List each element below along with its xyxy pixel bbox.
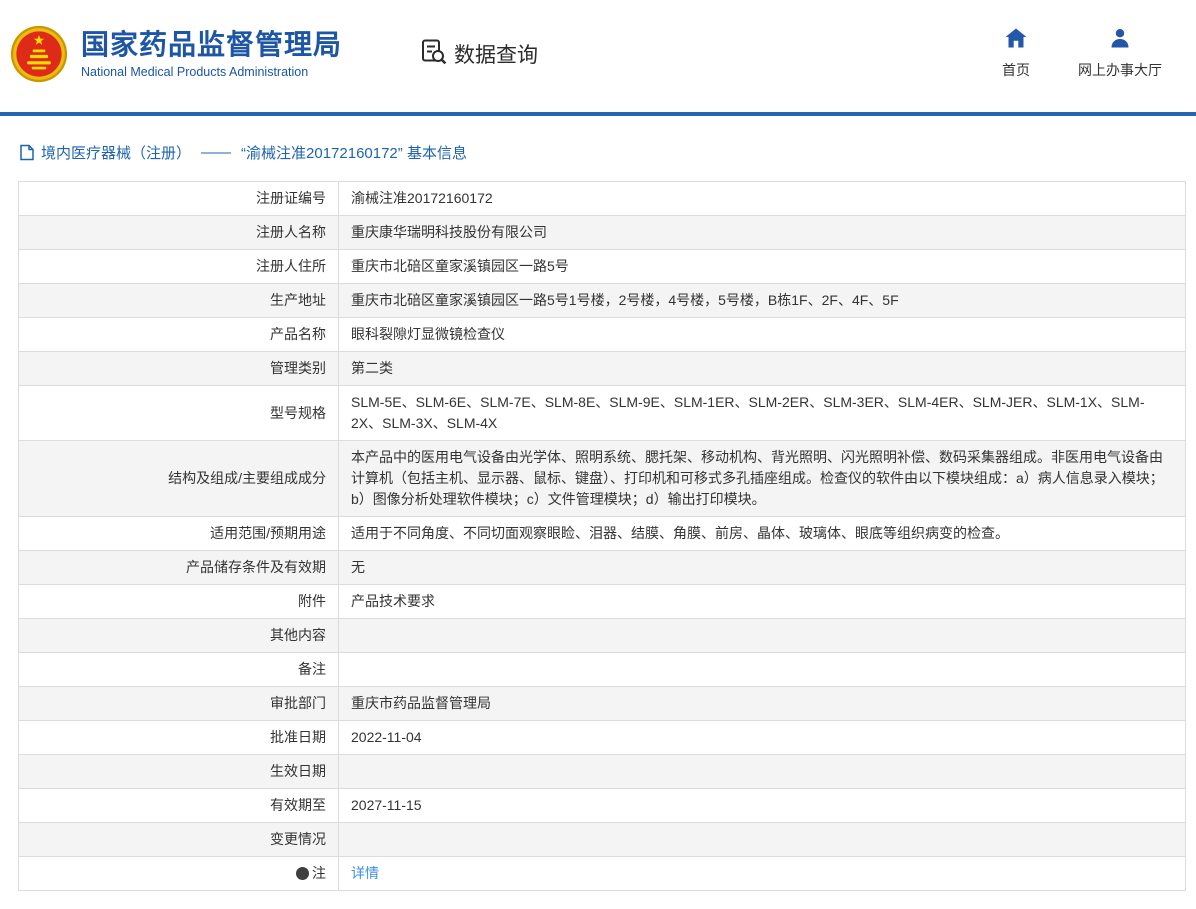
row-label: 注册人名称 <box>18 215 339 250</box>
row-value <box>338 822 1186 857</box>
row-label: 备注 <box>18 652 339 687</box>
org-name-en: National Medical Products Administration <box>81 65 309 79</box>
site-header: 国家药品监督管理局 National Medical Products Admi… <box>0 0 1196 112</box>
row-value: 重庆市药品监督管理局 <box>338 686 1186 721</box>
table-row: 管理类别 第二类 <box>18 351 1186 386</box>
table-row: 注册人名称 重庆康华瑞明科技股份有限公司 <box>18 215 1186 250</box>
nav-home-label: 首页 <box>1002 62 1030 78</box>
info-table: 注册证编号 渝械注准20172160172 注册人名称 重庆康华瑞明科技股份有限公司注… <box>18 181 1186 891</box>
header-left: 国家药品监督管理局 National Medical Products Admi… <box>10 25 538 83</box>
row-label: 注册证编号 <box>18 181 339 216</box>
row-label: 生产地址 <box>18 283 339 318</box>
table-row: 产品储存条件及有效期无 <box>18 550 1186 585</box>
breadcrumb-category: 境内医疗器械（注册） <box>41 145 192 162</box>
table-row: 生效日期 <box>18 754 1186 789</box>
row-label: 产品名称 <box>18 317 339 352</box>
row-value: 产品技术要求 <box>338 584 1186 619</box>
person-icon <box>1110 28 1130 60</box>
table-row: 审批部门 重庆市药品监督管理局 <box>18 686 1186 721</box>
row-value: 第二类 <box>338 351 1186 386</box>
info-table-body: 注册证编号 渝械注准20172160172 注册人名称 重庆康华瑞明科技股份有限公司注… <box>18 181 1186 891</box>
table-row: 备注 <box>18 652 1186 687</box>
row-label: 审批部门 <box>18 686 339 721</box>
row-value: 渝械注准20172160172 <box>338 181 1186 216</box>
row-value: 无 <box>338 550 1186 585</box>
info-table-wrap: 注册证编号 渝械注准20172160172 注册人名称 重庆康华瑞明科技股份有限公司注… <box>0 179 1196 901</box>
data-query-icon <box>420 38 454 71</box>
row-value <box>338 754 1186 789</box>
row-value <box>338 652 1186 687</box>
note-icon <box>296 867 309 880</box>
row-label: 批准日期 <box>18 720 339 755</box>
row-value: 2022-11-04 <box>338 720 1186 755</box>
org-names: 国家药品监督管理局 National Medical Products Admi… <box>81 29 342 79</box>
row-label: 产品储存条件及有效期 <box>18 550 339 585</box>
table-row: 产品名称 眼科裂隙灯显微镜检查仪 <box>18 317 1186 352</box>
row-label: 生效日期 <box>18 754 339 789</box>
table-row: 变更情况 <box>18 822 1186 857</box>
row-value: 2027-11-15 <box>338 788 1186 823</box>
national-emblem-logo <box>10 25 68 83</box>
row-label: 附件 <box>18 584 339 619</box>
table-row: 其他内容 <box>18 618 1186 653</box>
table-row: 生产地址 重庆市北碚区童家溪镇园区一路5号1号楼，2号楼，4号楼，5号楼，B栋1F… <box>18 283 1186 318</box>
row-value <box>338 618 1186 653</box>
table-row: 适用范围/预期用途 适用于不同角度、不同切面观察眼睑、泪器、结膜、角膜、前房、晶体… <box>18 516 1186 551</box>
table-row: 注册证编号 渝械注准20172160172 <box>18 181 1186 216</box>
row-label: 其他内容 <box>18 618 339 653</box>
breadcrumb-separator: —— <box>201 144 232 161</box>
row-label: 注册人住所 <box>18 249 339 284</box>
breadcrumb: 境内医疗器械（注册） —— “渝械注准20172160172” 基本信息 <box>0 116 1196 179</box>
row-label: 型号规格 <box>18 385 339 441</box>
row-label: 变更情况 <box>18 822 339 857</box>
row-value: 重庆市北碚区童家溪镇园区一路5号1号楼，2号楼，4号楼，5号楼，B栋1F、2F、… <box>338 283 1186 318</box>
row-value: 详情 <box>338 856 1186 891</box>
table-row: 注详情 <box>18 856 1186 891</box>
row-label: 有效期至 <box>18 788 339 823</box>
row-value: 适用于不同角度、不同切面观察眼睑、泪器、结膜、角膜、前房、晶体、玻璃体、眼底等组… <box>338 516 1186 551</box>
header-nav: 首页 网上办事大厅 <box>1002 28 1162 80</box>
row-value: 重庆市北碚区童家溪镇园区一路5号 <box>338 249 1186 284</box>
table-row: 批准日期 2022-11-04 <box>18 720 1186 755</box>
document-icon <box>20 144 34 161</box>
table-row: 附件 产品技术要求 <box>18 584 1186 619</box>
table-row: 注册人住所 重庆市北碚区童家溪镇园区一路5号 <box>18 249 1186 284</box>
table-row: 型号规格 SLM-5E、SLM-6E、SLM-7E、SLM-8E、SLM-9E、S… <box>18 385 1186 441</box>
nav-service-hall[interactable]: 网上办事大厅 <box>1078 28 1162 80</box>
table-row: 结构及组成/主要组成成分 本产品中的医用电气设备由光学体、照明系统、腮托架、移动机… <box>18 440 1186 517</box>
row-label: 适用范围/预期用途 <box>18 516 339 551</box>
row-value: SLM-5E、SLM-6E、SLM-7E、SLM-8E、SLM-9E、SLM-1… <box>338 385 1186 441</box>
row-label: 管理类别 <box>18 351 339 386</box>
nav-service-hall-label: 网上办事大厅 <box>1078 62 1162 78</box>
home-icon <box>1005 28 1027 60</box>
row-value: 本产品中的医用电气设备由光学体、照明系统、腮托架、移动机构、背光照明、闪光照明补… <box>338 440 1186 517</box>
row-value: 重庆康华瑞明科技股份有限公司 <box>338 215 1186 250</box>
row-label: 注 <box>18 856 339 891</box>
page-title: “渝械注准20172160172” 基本信息 <box>241 145 467 162</box>
row-label: 结构及组成/主要组成成分 <box>18 440 339 517</box>
detail-link[interactable]: 详情 <box>351 865 379 881</box>
data-query-section: 数据查询 <box>420 38 538 71</box>
data-query-title: 数据查询 <box>454 44 539 67</box>
nav-home[interactable]: 首页 <box>1002 28 1030 80</box>
org-name-cn: 国家药品监督管理局 <box>81 29 343 60</box>
table-row: 有效期至 2027-11-15 <box>18 788 1186 823</box>
row-value: 眼科裂隙灯显微镜检查仪 <box>338 317 1186 352</box>
